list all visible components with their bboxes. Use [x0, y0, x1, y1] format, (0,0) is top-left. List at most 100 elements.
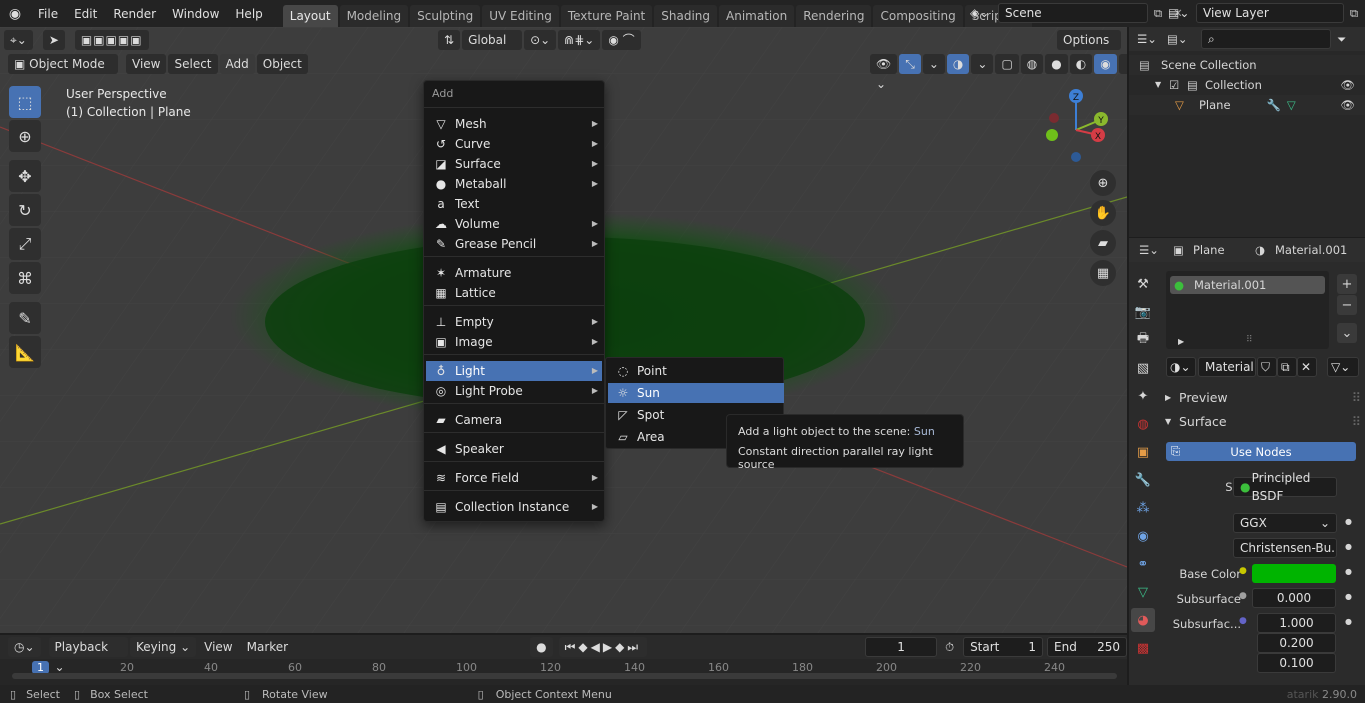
visibility-eye-icon[interactable]: 👁 — [1340, 95, 1355, 115]
add-menu-item-grease-pencil[interactable]: ✎ Grease Pencil ▶ — [426, 234, 602, 254]
outliner-editor-icon[interactable]: ☰⌄ — [1137, 32, 1167, 46]
render-props-icon[interactable]: 📷 — [1131, 300, 1155, 324]
subsurface-field[interactable]: 0.000 — [1252, 588, 1336, 608]
output-props-icon[interactable]: 🖶 — [1131, 328, 1155, 352]
gizmo-dropdown-icon[interactable]: ⌄ — [922, 54, 945, 74]
keying-menu[interactable]: Keying ⌄ — [129, 637, 197, 657]
particles-props-icon[interactable]: ⁂ — [1131, 496, 1155, 520]
scene-props-icon[interactable]: ✦ — [1131, 384, 1155, 408]
use-nodes-button[interactable]: ⎘ Use Nodes — [1166, 442, 1356, 461]
add-menu-item-curve[interactable]: ↺ Curve ▶ — [426, 134, 602, 154]
select-menu[interactable]: Select — [168, 54, 218, 74]
shading-dropdown-icon[interactable]: ⌄ — [1118, 54, 1127, 74]
animate-dot-icon[interactable]: ● — [1345, 617, 1352, 626]
subsurface-method-dropdown[interactable]: Christensen-Bu... — [1233, 538, 1337, 558]
playback-controls-icon[interactable]: ⏮◆◀▶◆⏭ — [558, 637, 648, 657]
overlay-toggle-icon[interactable]: ◑ — [946, 54, 970, 74]
display-mode-icon[interactable]: ▤⌄ — [1167, 32, 1197, 46]
navigation-gizmo[interactable]: Z Y X — [1040, 85, 1120, 165]
radius-y-field[interactable]: 0.200 — [1257, 633, 1336, 653]
measure-tool-icon[interactable]: 📐 — [9, 336, 41, 368]
material-props-icon[interactable]: ◕ — [1131, 608, 1155, 632]
add-menu-item-force-field[interactable]: ≋ Force Field ▶ — [426, 468, 602, 488]
overlay-dropdown-icon[interactable]: ⌄ — [971, 54, 994, 74]
material-name-field[interactable]: Material... — [1198, 357, 1256, 377]
snap-icon[interactable]: ⋒⋕⌄ — [558, 30, 601, 50]
filter-icon[interactable]: ⏷ — [1337, 32, 1357, 47]
material-slot-row[interactable]: ● Material.001 — [1170, 276, 1325, 294]
visibility-icon[interactable]: 👁⌄ — [870, 54, 898, 91]
menu-edit[interactable]: Edit — [66, 7, 105, 21]
gizmo-toggle-icon[interactable]: ⤡ — [899, 54, 921, 74]
editor-type-icon[interactable]: ⌖⌄ — [4, 30, 33, 50]
add-menu-item-image[interactable]: ▣ Image ▶ — [426, 332, 602, 352]
add-menu-item-text[interactable]: a Text — [426, 194, 602, 214]
end-frame-field[interactable]: End 250 — [1047, 637, 1127, 657]
animate-dot-icon[interactable]: ● — [1345, 542, 1352, 551]
shading-rendered-icon[interactable]: ◉ — [1094, 54, 1117, 74]
tab-modeling[interactable]: Modeling — [339, 5, 409, 27]
cursor-tool-icon[interactable]: ⊕ — [9, 120, 41, 152]
new-scene-icon[interactable]: ⧉ — [1148, 6, 1168, 21]
mesh-data-icon[interactable]: ▽ — [1287, 95, 1296, 115]
shading-solid-icon[interactable]: ● — [1045, 54, 1068, 74]
add-menu-item-metaball[interactable]: ● Metaball ▶ — [426, 174, 602, 194]
add-menu-item-mesh[interactable]: ▽ Mesh ▶ — [426, 114, 602, 134]
outliner-row-plane[interactable]: ▽ Plane 🔧 ▽ 👁 — [1129, 95, 1365, 115]
clock-icon[interactable]: ⏱ — [945, 640, 963, 655]
add-menu-item-armature[interactable]: ✶ Armature — [426, 263, 602, 283]
add-menu-item-collection-instance[interactable]: ▤ Collection Instance ▶ — [426, 497, 602, 517]
outliner-row-collection[interactable]: ▼ ☑ ▤ Collection 👁 — [1129, 75, 1365, 95]
constraints-props-icon[interactable]: ⚭ — [1131, 552, 1155, 576]
add-slot-icon[interactable]: + — [1337, 274, 1357, 294]
object-menu[interactable]: Object — [256, 54, 308, 74]
xray-icon[interactable]: ▢ — [995, 54, 1019, 74]
animate-dot-icon[interactable]: ● — [1345, 517, 1352, 526]
select-mode-icon[interactable]: ➤ — [42, 30, 65, 50]
ortho-grid-icon[interactable]: ▦ — [1090, 260, 1116, 286]
animate-dot-icon[interactable]: ● — [1345, 592, 1352, 601]
shading-material-icon[interactable]: ◐ — [1069, 54, 1093, 74]
add-menu-item-light-probe[interactable]: ◎ Light Probe ▶ — [426, 381, 602, 401]
add-menu-item-volume[interactable]: ☁ Volume ▶ — [426, 214, 602, 234]
start-frame-field[interactable]: Start 1 — [963, 637, 1044, 657]
view-layer-icon[interactable]: ▤⌄ — [1168, 6, 1196, 20]
add-menu-item-surface[interactable]: ◪ Surface ▶ — [426, 154, 602, 174]
move-tool-icon[interactable]: ✥ — [9, 160, 41, 192]
unlink-material-icon[interactable]: ✕ — [1297, 357, 1317, 377]
physics-props-icon[interactable]: ◉ — [1131, 524, 1155, 548]
timeline-view-menu[interactable]: View — [198, 637, 238, 657]
gizmo-neg-z[interactable] — [1071, 152, 1081, 162]
transform-tool-icon[interactable]: ⌘ — [9, 262, 41, 294]
tab-sculpting[interactable]: Sculpting — [410, 5, 481, 27]
browse-material-icon[interactable]: ◑⌄ — [1166, 357, 1196, 377]
outliner-search-input[interactable]: ⌕ — [1201, 29, 1331, 49]
checkbox-icon[interactable]: ☑ — [1169, 75, 1187, 95]
texture-props-icon[interactable]: ▩ — [1131, 636, 1155, 660]
add-menu-button[interactable]: Add — [219, 54, 255, 74]
menu-file[interactable]: File — [30, 7, 66, 21]
resize-handle-icon[interactable]: ⠿ — [1246, 335, 1253, 345]
tab-layout[interactable]: Layout — [282, 5, 338, 27]
light-item-point[interactable]: ◌ Point — [608, 361, 784, 381]
radius-x-field[interactable]: 1.000 — [1257, 613, 1336, 633]
duplicate-material-icon[interactable]: ⧉ — [1277, 357, 1297, 377]
select-box-tool-icon[interactable]: ⬚ — [9, 86, 41, 118]
data-props-icon[interactable]: ▽ — [1131, 580, 1155, 604]
fake-user-shield-icon[interactable]: ⛉ — [1257, 357, 1277, 377]
timeline-editor-icon[interactable]: ◷⌄ — [8, 637, 41, 657]
new-view-layer-icon[interactable]: ⧉ — [1344, 6, 1364, 21]
expand-list-icon[interactable]: ▶ — [1178, 337, 1184, 346]
current-frame-field[interactable]: 1 — [865, 637, 938, 657]
add-menu-item-speaker[interactable]: ◀ Speaker — [426, 439, 602, 459]
tab-shading[interactable]: Shading — [654, 5, 717, 27]
selection-modes-icon[interactable]: ▣▣▣▣▣ — [74, 30, 149, 50]
tool-settings-icon[interactable]: ⚒ — [1131, 272, 1155, 296]
slot-specials-icon[interactable]: ⌄ — [1337, 323, 1357, 343]
pan-hand-icon[interactable]: ✋ — [1090, 200, 1116, 226]
object-mode-dropdown[interactable]: ▣ Object Mode — [8, 54, 118, 74]
base-color-swatch[interactable] — [1252, 564, 1336, 583]
preview-panel-header[interactable]: ▶ Preview ⠿ — [1165, 390, 1361, 405]
options-dropdown[interactable]: Options — [1057, 30, 1121, 50]
light-item-sun[interactable]: ☼ Sun — [608, 383, 784, 403]
